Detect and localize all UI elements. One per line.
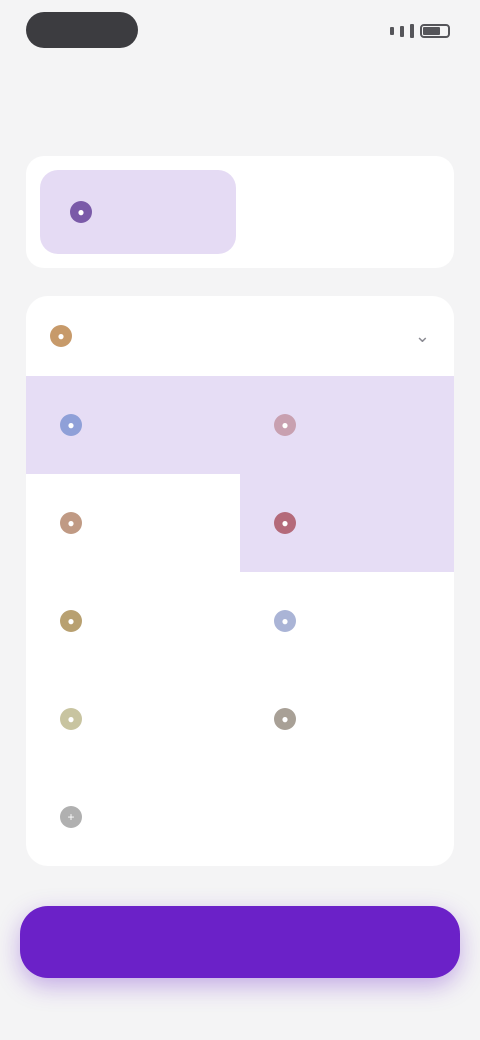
signal-icon: [410, 24, 414, 38]
signal-icon: [400, 25, 404, 37]
status-bar-time-pill: [26, 12, 138, 48]
bag-icon: ●: [60, 512, 82, 534]
plus-icon: +: [60, 806, 82, 828]
category-list: ● ⌄ ● ● ● ● ● ● ● ● +: [26, 296, 454, 866]
home-icon: ●: [274, 610, 296, 632]
category-item[interactable]: ●: [26, 474, 240, 572]
chevron-down-icon[interactable]: ⌄: [415, 326, 430, 347]
category-icon: ●: [50, 325, 72, 347]
category-item[interactable]: ●: [26, 670, 240, 768]
heart-icon: ●: [274, 512, 296, 534]
category-item[interactable]: ●: [240, 376, 454, 474]
category-item[interactable]: ●: [240, 572, 454, 670]
person-icon: ●: [70, 201, 92, 223]
clock-icon: ●: [60, 414, 82, 436]
category-grid: ● ● ● ● ● ● ● ● +: [26, 376, 454, 866]
category-item[interactable]: ●: [26, 376, 240, 474]
category-item[interactable]: ●: [26, 572, 240, 670]
wallet-icon: ●: [274, 708, 296, 730]
segment-control: ●: [26, 156, 454, 268]
list-header[interactable]: ● ⌄: [26, 296, 454, 376]
battery-icon: [420, 24, 450, 38]
category-item[interactable]: +: [26, 768, 240, 866]
app-screen: ● ● ⌄ ● ● ● ● ● ● ● ● +: [0, 0, 480, 1040]
tag-icon: ●: [274, 414, 296, 436]
status-bar-indicators: [350, 20, 450, 42]
signal-icon: [390, 27, 394, 35]
segment-option-0[interactable]: ●: [40, 170, 236, 254]
continue-button[interactable]: [20, 906, 460, 978]
category-item[interactable]: ●: [240, 474, 454, 572]
gift-icon: ●: [60, 610, 82, 632]
category-item[interactable]: ●: [240, 670, 454, 768]
segment-option-1[interactable]: [250, 170, 446, 254]
leaf-icon: ●: [60, 708, 82, 730]
